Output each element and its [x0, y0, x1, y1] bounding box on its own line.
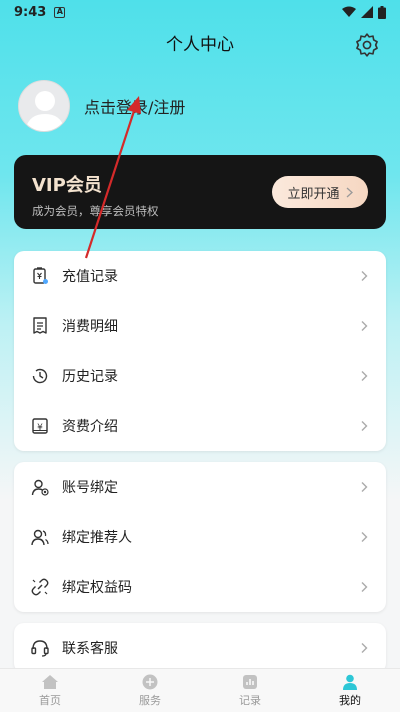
referrer-icon [30, 527, 50, 547]
chevron-right-icon [361, 371, 368, 381]
menu-item-consumption-details[interactable]: 消费明细 [14, 301, 386, 351]
tab-records[interactable]: 记录 [200, 669, 300, 712]
tab-label: 首页 [39, 693, 61, 707]
menu-item-label: 绑定权益码 [62, 580, 132, 596]
signal-icon [361, 6, 373, 18]
service-icon [142, 674, 158, 689]
menu-item-label: 绑定推荐人 [62, 530, 132, 546]
menu-item-label: 联系客服 [62, 641, 118, 657]
menu-item-bind-benefit-code[interactable]: 绑定权益码 [14, 562, 386, 612]
tab-service[interactable]: 服务 [100, 669, 200, 712]
menu-item-bind-referrer[interactable]: 绑定推荐人 [14, 512, 386, 562]
link-code-icon [30, 577, 50, 597]
headset-icon [30, 638, 50, 658]
chevron-right-icon [361, 532, 368, 542]
chevron-right-icon [361, 321, 368, 331]
menu-group-account-records: 充值记录 消费明细 历史记录 ¥ 资费介绍 [14, 251, 386, 451]
chevron-right-icon [346, 187, 353, 197]
status-time: 9:43 [14, 4, 47, 20]
svg-text:¥: ¥ [37, 423, 43, 433]
menu-item-contact-support[interactable]: 联系客服 [14, 623, 386, 673]
menu-item-history[interactable]: 历史记录 [14, 351, 386, 401]
menu-item-label: 消费明细 [62, 319, 118, 335]
bottom-tab-bar: 首页 服务 记录 我的 [0, 668, 400, 712]
notification-icon: A [54, 6, 66, 18]
price-icon: ¥ [30, 416, 50, 436]
record-icon [243, 674, 257, 689]
menu-group-support: 联系客服 [14, 623, 386, 673]
avatar[interactable] [18, 80, 70, 132]
account-bind-icon [30, 477, 50, 497]
status-bar: 9:43 A [0, 0, 400, 24]
receipt-icon [30, 316, 50, 336]
chevron-right-icon [361, 643, 368, 653]
menu-item-label: 资费介绍 [62, 419, 118, 435]
default-avatar-icon [25, 91, 65, 131]
login-register-link[interactable]: 点击登录/注册 [84, 94, 185, 118]
vip-activate-button[interactable]: 立即开通 [272, 176, 368, 208]
chevron-right-icon [361, 582, 368, 592]
chevron-right-icon [361, 271, 368, 281]
tab-label: 服务 [139, 693, 161, 707]
menu-item-account-binding[interactable]: 账号绑定 [14, 462, 386, 512]
history-icon [30, 366, 50, 386]
vip-card: VIP会员 成为会员，尊享会员特权 立即开通 [14, 155, 386, 229]
wifi-icon [342, 6, 356, 17]
tab-label: 记录 [239, 693, 261, 707]
tab-label: 我的 [339, 693, 361, 707]
menu-group-binding: 账号绑定 绑定推荐人 绑定权益码 [14, 462, 386, 612]
menu-item-label: 充值记录 [62, 269, 118, 285]
home-icon [42, 674, 58, 689]
menu-item-pricing[interactable]: ¥ 资费介绍 [14, 401, 386, 451]
battery-icon [378, 5, 386, 19]
tab-mine[interactable]: 我的 [300, 669, 400, 712]
gear-icon[interactable] [354, 32, 380, 58]
page-title: 个人中心 [166, 35, 234, 55]
menu-item-recharge-records[interactable]: 充值记录 [14, 251, 386, 301]
profile-section[interactable]: 点击登录/注册 [18, 80, 185, 132]
tab-home[interactable]: 首页 [0, 669, 100, 712]
chevron-right-icon [361, 482, 368, 492]
menu-item-label: 历史记录 [62, 369, 118, 385]
chevron-right-icon [361, 421, 368, 431]
menu-item-label: 账号绑定 [62, 480, 118, 496]
vip-activate-label: 立即开通 [287, 186, 340, 202]
profile-icon [343, 674, 357, 690]
recharge-icon [30, 266, 50, 286]
